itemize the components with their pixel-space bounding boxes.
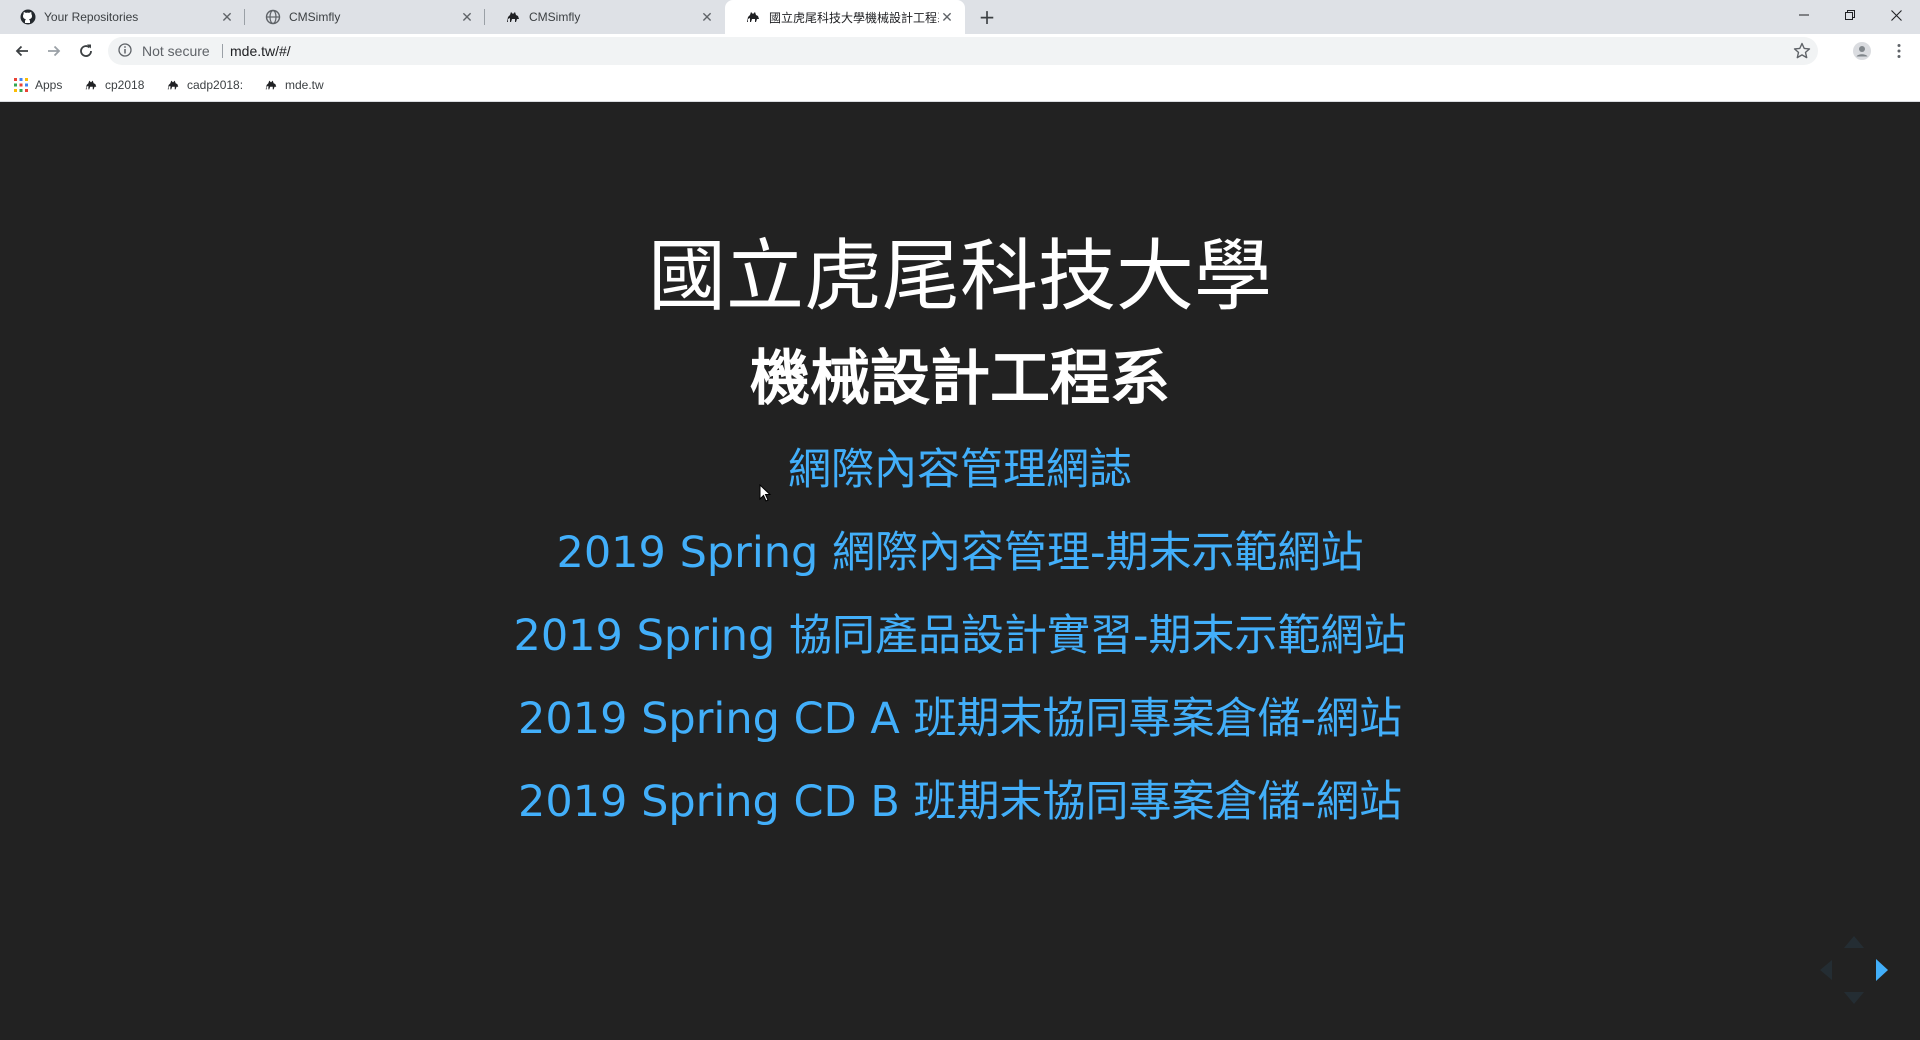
tab-cmsimfly-2[interactable]: CMSimfly ✕ — [485, 0, 725, 34]
link-cda-repo-site[interactable]: 2019 Spring CD A 班期末協同專案倉儲-網站 — [0, 691, 1920, 747]
tab-cmsimfly-1[interactable]: CMSimfly ✕ — [245, 0, 485, 34]
tab-your-repositories[interactable]: Your Repositories ✕ — [0, 0, 245, 34]
restore-icon — [1845, 10, 1855, 20]
forward-arrow-icon — [48, 45, 61, 57]
new-tab-button[interactable]: + — [975, 5, 999, 29]
browser-window: Your Repositories ✕ CMSimfly ✕ CMSimfly … — [0, 0, 1920, 1040]
restore-button[interactable] — [1828, 0, 1872, 30]
camel-icon — [745, 9, 761, 25]
page-title: 國立虎尾科技大學 — [647, 232, 1272, 322]
bookmarks-bar: Apps cp2018 cadp2018: mde.tw — [0, 68, 1920, 102]
security-status[interactable]: Not secure — [142, 43, 210, 59]
globe-icon — [265, 9, 281, 25]
tab-label: CMSimfly — [529, 10, 581, 24]
close-icon[interactable]: ✕ — [459, 9, 475, 25]
link-cdb-repo-site[interactable]: 2019 Spring CD B 班期末協同專案倉儲-網站 — [0, 774, 1920, 830]
close-icon[interactable]: ✕ — [939, 9, 955, 25]
bookmark-cadp2018[interactable]: cadp2018: — [166, 76, 243, 94]
bookmark-apps[interactable]: Apps — [14, 76, 62, 94]
link-cms-final-site[interactable]: 2019 Spring 網際內容管理-期末示範網站 — [0, 525, 1920, 581]
nav-down-arrow-icon[interactable] — [1844, 992, 1864, 1004]
tab-label: 國立虎尾科技大學機械設計工程系 — [769, 10, 939, 25]
mouse-cursor-icon — [759, 484, 772, 502]
minimize-button[interactable] — [1782, 0, 1826, 30]
reload-button[interactable] — [72, 37, 100, 65]
close-icon[interactable]: ✕ — [699, 9, 715, 25]
minimize-icon — [1799, 14, 1809, 16]
slide-navigation-controls — [1820, 936, 1888, 1004]
bookmark-label: cp2018 — [105, 78, 145, 92]
close-window-button[interactable] — [1874, 0, 1918, 30]
close-window-icon — [1890, 9, 1902, 21]
address-toolbar: Not secure mde.tw/#/ — [0, 34, 1920, 68]
tab-strip: Your Repositories ✕ CMSimfly ✕ CMSimfly … — [0, 0, 1920, 34]
nav-up-arrow-icon[interactable] — [1844, 936, 1864, 948]
forward-button[interactable] — [40, 37, 68, 65]
back-button[interactable] — [8, 37, 36, 65]
link-cpd-final-site[interactable]: 2019 Spring 協同產品設計實習-期末示範網站 — [0, 608, 1920, 664]
camel-icon — [84, 78, 98, 92]
page-viewport: 國立虎尾科技大學 機械設計工程系 網際內容管理網誌 2019 Spring 網際… — [0, 102, 1920, 1040]
bookmark-label: Apps — [35, 78, 63, 92]
camel-icon — [505, 9, 521, 25]
tab-label: Your Repositories — [44, 10, 139, 24]
back-arrow-icon — [15, 45, 28, 57]
nav-right-arrow-icon[interactable] — [1876, 959, 1888, 981]
camel-icon — [264, 78, 278, 92]
nav-left-arrow-icon[interactable] — [1820, 960, 1832, 980]
bookmark-label: cadp2018: — [187, 78, 244, 92]
kebab-menu-icon[interactable] — [1890, 42, 1908, 60]
omnibox-divider — [222, 44, 223, 58]
tab-label: CMSimfly — [289, 10, 341, 24]
url-text[interactable]: mde.tw/#/ — [230, 43, 291, 59]
github-icon — [20, 9, 36, 25]
profile-avatar-icon[interactable] — [1853, 42, 1871, 60]
close-icon[interactable]: ✕ — [219, 9, 235, 25]
apps-grid-icon — [14, 78, 28, 92]
tab-active-nfu-mde[interactable]: 國立虎尾科技大學機械設計工程系 ✕ — [725, 0, 965, 34]
bookmark-star-icon[interactable] — [1792, 41, 1812, 61]
camel-icon — [166, 78, 180, 92]
bookmark-cp2018[interactable]: cp2018 — [84, 76, 144, 94]
link-cms-blog[interactable]: 網際內容管理網誌 — [0, 442, 1920, 498]
bookmark-mde-tw[interactable]: mde.tw — [264, 76, 324, 94]
reload-icon — [80, 44, 92, 57]
bookmark-label: mde.tw — [285, 78, 324, 92]
page-subtitle: 機械設計工程系 — [750, 344, 1170, 414]
omnibox[interactable]: Not secure mde.tw/#/ — [108, 37, 1818, 65]
info-icon[interactable] — [118, 43, 132, 57]
